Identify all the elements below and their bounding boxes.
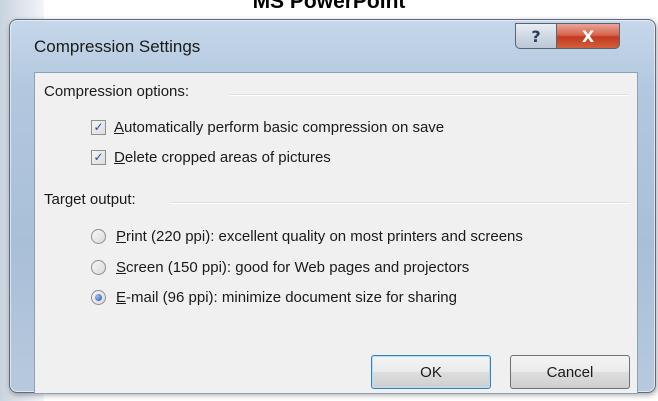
screen-ppi-label: Screen (150 ppi): good for Web pages and…	[116, 258, 470, 276]
auto-compress-option[interactable]: ✓ Automatically perform basic compressio…	[91, 116, 444, 138]
close-button[interactable]: X	[556, 23, 620, 49]
checkmark-icon: ✓	[93, 150, 104, 164]
page-caption: MS PowerPoint	[252, 0, 406, 13]
screen-ppi-option[interactable]: Screen (150 ppi): good for Web pages and…	[91, 256, 469, 278]
screen-ppi-radio[interactable]	[91, 259, 106, 275]
dialog-title: Compression Settings	[34, 37, 201, 56]
delete-cropped-label: Delete cropped areas of pictures	[114, 148, 331, 166]
email-ppi-label: E-mail (96 ppi): minimize document size …	[116, 288, 457, 306]
target-output-label: Target output:	[44, 191, 136, 208]
target-output-divider	[172, 202, 628, 204]
compression-options-label: Compression options:	[44, 83, 190, 100]
print-ppi-option[interactable]: Print (220 ppi): excellent quality on mo…	[91, 225, 523, 247]
delete-cropped-option[interactable]: ✓ Delete cropped areas of pictures	[91, 146, 331, 168]
ok-button[interactable]: OK	[371, 355, 491, 389]
help-button[interactable]: ?	[515, 23, 557, 49]
email-ppi-option[interactable]: E-mail (96 ppi): minimize document size …	[91, 286, 457, 308]
close-icon: X	[581, 26, 595, 46]
help-icon: ?	[531, 26, 541, 46]
dialog-body: Compression options: ✓ Automatically per…	[34, 72, 638, 394]
auto-compress-label: Automatically perform basic compression …	[114, 118, 445, 136]
delete-cropped-checkbox[interactable]: ✓	[91, 149, 106, 165]
checkmark-icon: ✓	[93, 120, 104, 134]
print-ppi-label: Print (220 ppi): excellent quality on mo…	[116, 227, 523, 245]
print-ppi-radio[interactable]	[91, 228, 106, 244]
cancel-button[interactable]: Cancel	[510, 355, 630, 389]
radio-selected-dot	[95, 293, 102, 301]
compression-settings-dialog: Compression Settings ? X Compression opt…	[9, 19, 656, 394]
compression-options-divider	[230, 94, 628, 96]
email-ppi-radio[interactable]	[91, 289, 106, 305]
auto-compress-checkbox[interactable]: ✓	[91, 119, 106, 135]
